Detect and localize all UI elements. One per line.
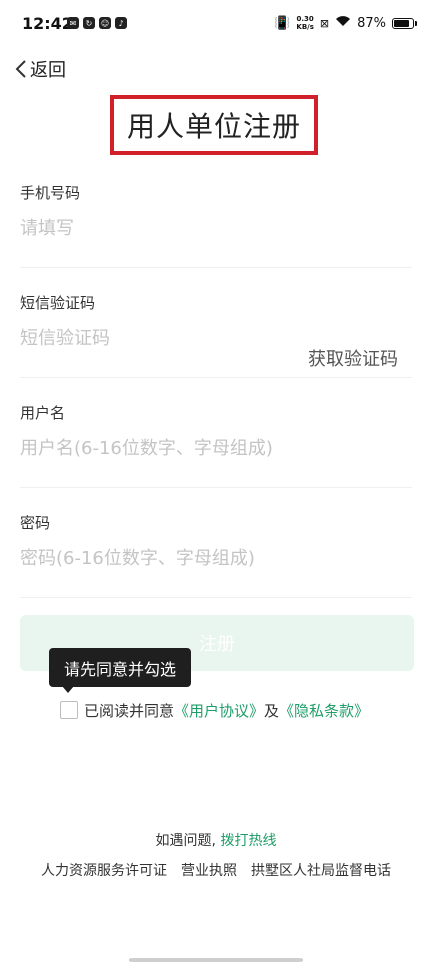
- status-bar: 12:42 ✉ ↻ ☺ ♪ 📳 0.30 KB/s ⊠ 87%: [0, 0, 432, 50]
- battery-icon: [392, 17, 417, 29]
- message-app-icon: ✉: [67, 17, 79, 29]
- business-license-link[interactable]: 营业执照: [181, 860, 237, 880]
- network-speed-unit: KB/s: [296, 23, 314, 31]
- sms-code-field: 短信验证码 获取验证码: [20, 290, 412, 378]
- battery-fill: [394, 19, 409, 27]
- username-field: 用户名: [20, 400, 412, 488]
- agreement-checkbox[interactable]: [60, 701, 78, 719]
- help-prefix: 如遇问题,: [155, 833, 216, 849]
- chevron-left-icon: [15, 60, 26, 78]
- supervision-phone-link[interactable]: 拱墅区人社局监督电话: [251, 860, 391, 880]
- page-title-box: 用人单位注册: [110, 95, 318, 155]
- tooltip-text: 请先同意并勾选: [63, 659, 176, 679]
- sync-app-icon: ↻: [83, 17, 95, 29]
- back-label: 返回: [30, 60, 66, 81]
- agreement-row: 已阅读并同意 《用户协议》 及 《隐私条款》: [60, 699, 369, 721]
- help-row: 如遇问题, 拨打热线: [0, 830, 432, 850]
- username-input[interactable]: [20, 433, 412, 463]
- network-speed: 0.30 KB/s: [296, 15, 313, 31]
- home-indicator[interactable]: [129, 958, 303, 962]
- vibrate-icon: 📳: [274, 15, 291, 31]
- status-indicators: 📳 0.30 KB/s ⊠ 87%: [274, 15, 417, 31]
- privacy-policy-link[interactable]: 《隐私条款》: [279, 700, 369, 721]
- tooltip-arrow: [62, 686, 74, 693]
- password-field: 密码: [20, 510, 412, 598]
- wifi-icon: [335, 15, 351, 31]
- phone-input[interactable]: [20, 213, 412, 243]
- sim-off-icon: ⊠: [319, 16, 330, 30]
- footer-links: 人力资源服务许可证 营业执照 拱墅区人社局监督电话: [0, 860, 432, 880]
- sms-code-label: 短信验证码: [20, 294, 96, 312]
- back-button[interactable]: 返回: [14, 56, 66, 82]
- phone-field: 手机号码: [20, 180, 412, 268]
- page-title: 用人单位注册: [126, 110, 301, 143]
- sms-code-input[interactable]: [20, 323, 280, 353]
- hr-license-link[interactable]: 人力资源服务许可证: [41, 860, 167, 880]
- password-input[interactable]: [20, 543, 412, 573]
- status-time: 12:42: [22, 14, 73, 33]
- battery-percent: 87%: [357, 15, 386, 31]
- get-code-button[interactable]: 获取验证码: [308, 345, 398, 371]
- phone-label: 手机号码: [20, 184, 81, 202]
- agreement-and: 及: [264, 701, 280, 720]
- agreement-tooltip: 请先同意并勾选: [49, 648, 191, 687]
- hotline-link[interactable]: 拨打热线: [220, 833, 276, 849]
- agreement-prefix: 已阅读并同意: [84, 701, 175, 720]
- tiktok-app-icon: ♪: [115, 17, 127, 29]
- password-label: 密码: [20, 514, 51, 532]
- user-agreement-link[interactable]: 《用户协议》: [174, 700, 264, 721]
- network-speed-value: 0.30: [296, 15, 314, 23]
- notification-icons: ✉ ↻ ☺ ♪: [67, 17, 127, 29]
- chat-app-icon: ☺: [99, 17, 111, 29]
- username-label: 用户名: [20, 404, 66, 422]
